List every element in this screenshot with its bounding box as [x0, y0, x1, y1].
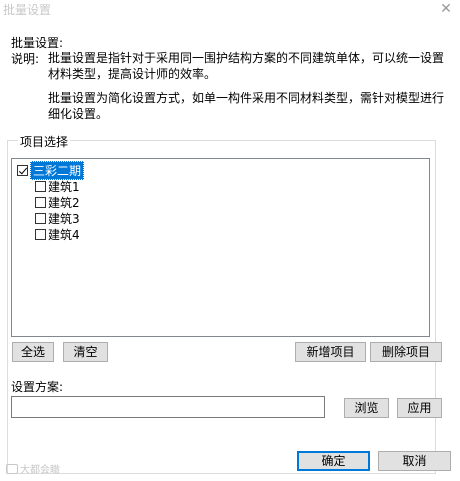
watermark: 大都会瞰 — [6, 461, 60, 476]
tree-child-label[interactable]: 建筑4 — [48, 226, 80, 243]
ok-button[interactable]: 确定 — [297, 451, 370, 471]
add-project-button[interactable]: 新增项目 — [295, 342, 366, 362]
select-all-button[interactable]: 全选 — [12, 342, 54, 362]
tree-child-label[interactable]: 建筑2 — [48, 194, 80, 211]
scheme-label: 设置方案: — [11, 380, 64, 394]
camera-icon — [6, 463, 18, 474]
tree-child-checkbox[interactable] — [35, 180, 46, 192]
tree-child-checkbox[interactable] — [35, 228, 46, 240]
section-heading: 批量设置: — [11, 36, 64, 50]
apply-button[interactable]: 应用 — [397, 398, 442, 418]
browse-button[interactable]: 浏览 — [344, 398, 389, 418]
title-bar: 批量设置 ✕ — [0, 0, 460, 20]
description-label: 说明: — [11, 52, 40, 66]
tree-child-label[interactable]: 建筑3 — [48, 210, 80, 227]
tree-root-item[interactable]: 三彩二期 — [17, 160, 85, 180]
clear-button[interactable]: 清空 — [63, 342, 108, 362]
window-title: 批量设置 — [3, 3, 52, 17]
tree-child-item[interactable]: 建筑4 — [35, 226, 80, 242]
tree-child-checkbox[interactable] — [35, 212, 46, 224]
close-icon[interactable]: ✕ — [438, 0, 454, 18]
tree-child-label[interactable]: 建筑1 — [48, 178, 80, 195]
tree-child-item[interactable]: 建筑1 — [35, 178, 80, 194]
tree-root-checkbox[interactable] — [17, 164, 28, 176]
project-selection-label: 项目选择 — [18, 133, 71, 150]
scheme-path-input[interactable] — [11, 396, 325, 418]
tree-child-checkbox[interactable] — [35, 196, 46, 208]
project-tree[interactable]: 三彩二期 建筑1 建筑2 建筑3 建筑4 — [11, 158, 430, 337]
watermark-text: 大都会瞰 — [20, 465, 60, 476]
description-text-2: 批量设置为简化设置方式，如单一构件采用不同材料类型，需针对模型进行细化设置。 — [48, 91, 445, 121]
description-text-1: 批量设置是指针对于采用同一围护结构方案的不同建筑单体，可以统一设置材料类型，提高… — [48, 51, 445, 81]
tree-child-item[interactable]: 建筑3 — [35, 210, 80, 226]
cancel-button[interactable]: 取消 — [378, 451, 451, 471]
delete-project-button[interactable]: 删除项目 — [370, 342, 442, 362]
tree-child-item[interactable]: 建筑2 — [35, 194, 80, 210]
